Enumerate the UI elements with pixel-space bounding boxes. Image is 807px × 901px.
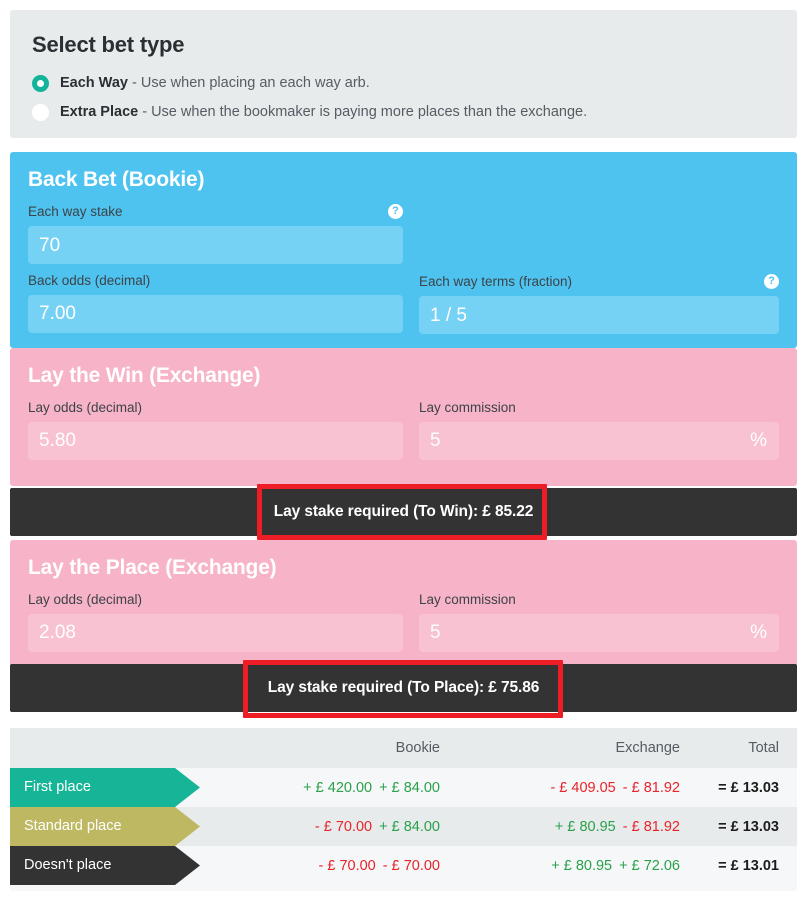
lay-win-odds-value: 5.80 — [39, 430, 76, 451]
row-arrow-first-place: First place — [10, 768, 200, 807]
row-label-doesnt-place: Doesn't place — [10, 846, 205, 885]
lay-place-commission-value: 5 — [430, 622, 441, 643]
bookie-amount-2: - £ 70.00 — [382, 857, 440, 874]
lay-win-title: Lay the Win (Exchange) — [28, 364, 261, 387]
lay-place-odds-value: 2.08 — [39, 622, 76, 643]
results-table-header: Bookie Exchange Total — [10, 728, 797, 768]
page-title: Select bet type — [32, 32, 185, 57]
exchange-amount-1: + £ 80.95 — [551, 857, 613, 874]
back-bet-section: Back Bet (Bookie) Each way stake ? 70 Ba… — [10, 152, 797, 348]
table-row: First place + £ 420.00 + £ 84.00 - £ 409… — [10, 768, 797, 807]
cell-exchange: + £ 80.95 + £ 72.06 — [450, 846, 690, 885]
row-arrow-doesnt-place: Doesn't place — [10, 846, 200, 885]
lay-place-commission-label: Lay commission — [419, 592, 516, 607]
each-way-stake-label: Each way stake — [28, 203, 123, 219]
help-icon-each-way-stake[interactable]: ? — [388, 204, 403, 219]
header-exchange: Exchange — [615, 740, 681, 756]
each-way-terms-label: Each way terms (fraction) — [419, 273, 573, 289]
bet-type-option-each-way[interactable]: Each Way - Use when placing an each way … — [30, 75, 777, 92]
lay-place-section: Lay the Place (Exchange) Lay odds (decim… — [10, 540, 797, 678]
cell-total: = £ 13.03 — [718, 779, 779, 796]
lay-place-odds-input[interactable]: 2.08 — [28, 613, 403, 652]
back-odds-value: 7.00 — [39, 303, 76, 324]
cell-total: = £ 13.01 — [718, 857, 779, 874]
exchange-amount-2: - £ 81.92 — [622, 779, 680, 796]
lay-place-odds-label: Lay odds (decimal) — [28, 592, 143, 607]
bet-type-option-each-way-name: Each Way — [60, 75, 128, 92]
header-total: Total — [748, 740, 779, 756]
each-way-terms-value: 1 / 5 — [430, 304, 467, 326]
lay-win-odds-label: Lay odds (decimal) — [28, 400, 143, 415]
table-row: Standard place - £ 70.00 + £ 84.00 + £ 8… — [10, 807, 797, 846]
bet-type-option-each-way-desc: - Use when placing an each way arb. — [127, 75, 370, 92]
lay-win-commission-input[interactable]: 5 % — [419, 421, 779, 460]
bookie-amount-1: - £ 70.00 — [318, 857, 376, 874]
row-arrow-standard-place: Standard place — [10, 807, 200, 846]
row-label-standard-place: Standard place — [10, 807, 205, 846]
bet-type-option-extra-place-label: Extra Place - Use when the bookmaker is … — [60, 105, 587, 120]
results-table: Bookie Exchange Total First place + £ 42… — [10, 728, 797, 891]
lay-win-result-bar: Lay stake required (To Win): £ 85.22 — [10, 488, 797, 536]
exchange-amount-1: + £ 80.95 — [554, 818, 616, 835]
exchange-amount-2: - £ 81.92 — [622, 818, 680, 835]
each-way-terms-input[interactable]: 1 / 5 — [419, 296, 779, 334]
bookie-amount-1: - £ 70.00 — [314, 818, 373, 835]
back-odds-input[interactable]: 7.00 — [28, 294, 403, 333]
bet-type-option-extra-place-name: Extra Place — [60, 104, 139, 121]
back-bet-title: Back Bet (Bookie) — [28, 168, 205, 191]
row-label-text: Standard place — [24, 818, 122, 835]
bookie-amount-2: + £ 84.00 — [379, 779, 440, 796]
radio-extra-place[interactable] — [32, 104, 49, 121]
each-way-stake-input[interactable]: 70 — [28, 226, 403, 264]
table-row: Doesn't place - £ 70.00 - £ 70.00 + £ 80… — [10, 846, 797, 885]
lay-place-commission-input[interactable]: 5 % — [419, 613, 779, 652]
lay-place-title: Lay the Place (Exchange) — [28, 556, 277, 579]
cell-exchange: + £ 80.95 - £ 81.92 — [450, 807, 690, 846]
percent-suffix-lay-win: % — [750, 430, 767, 451]
row-label-text: Doesn't place — [24, 857, 112, 874]
header-bookie: Bookie — [395, 740, 440, 756]
lay-place-result-bar: Lay stake required (To Place): £ 75.86 — [10, 664, 797, 712]
row-label-first-place: First place — [10, 768, 205, 807]
lay-place-result-text: Lay stake required (To Place): £ 75.86 — [267, 679, 540, 696]
bet-type-option-extra-place-desc: - Use when the bookmaker is paying more … — [138, 104, 588, 121]
bookie-amount-1: + £ 420.00 — [303, 779, 373, 796]
bet-type-panel: Select bet type Each Way - Use when plac… — [10, 10, 797, 138]
bet-type-option-each-way-label: Each Way - Use when placing an each way … — [60, 76, 370, 91]
lay-win-commission-label: Lay commission — [419, 400, 516, 415]
each-way-calculator: Select bet type Each Way - Use when plac… — [0, 0, 807, 901]
cell-bookie: - £ 70.00 - £ 70.00 — [205, 846, 450, 885]
radio-each-way[interactable] — [32, 75, 49, 92]
back-odds-label: Back odds (decimal) — [28, 273, 151, 288]
lay-win-commission-value: 5 — [430, 430, 441, 451]
help-icon-each-way-terms[interactable]: ? — [764, 274, 779, 289]
cell-exchange: - £ 409.05 - £ 81.92 — [450, 768, 690, 807]
lay-win-section: Lay the Win (Exchange) Lay odds (decimal… — [10, 348, 797, 486]
cell-total: = £ 13.03 — [718, 818, 779, 835]
exchange-amount-1: - £ 409.05 — [550, 779, 616, 796]
bookie-amount-2: + £ 84.00 — [379, 818, 440, 835]
cell-bookie: - £ 70.00 + £ 84.00 — [205, 807, 450, 846]
percent-suffix-lay-place: % — [750, 622, 767, 643]
bet-type-option-extra-place[interactable]: Extra Place - Use when the bookmaker is … — [30, 104, 777, 121]
each-way-stake-value: 70 — [39, 234, 61, 256]
cell-bookie: + £ 420.00 + £ 84.00 — [205, 768, 450, 807]
lay-win-result-text: Lay stake required (To Win): £ 85.22 — [273, 503, 534, 520]
row-label-text: First place — [24, 779, 91, 796]
lay-win-odds-input[interactable]: 5.80 — [28, 421, 403, 460]
exchange-amount-2: + £ 72.06 — [619, 857, 680, 874]
